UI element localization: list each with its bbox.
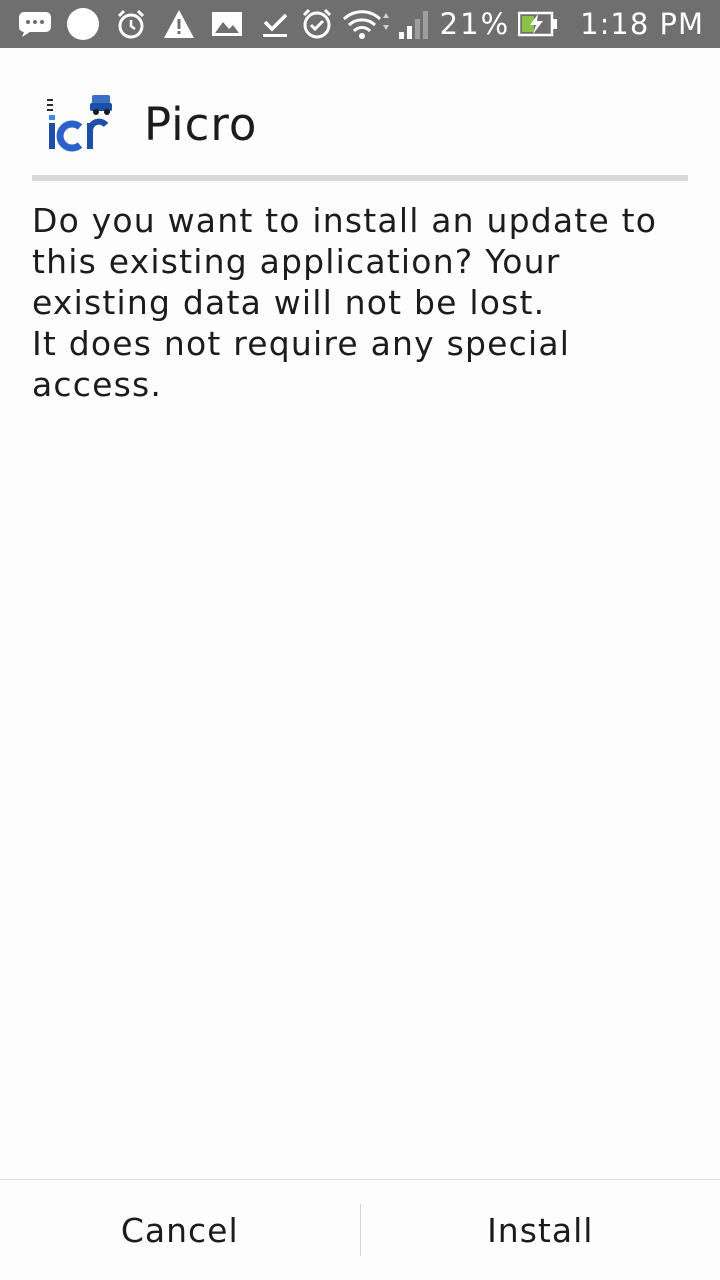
message-icon [18,7,52,41]
system-icons: 21% 1:18 PM [300,6,704,42]
app-header: Picro [32,84,688,164]
app-name: Picro [144,97,258,151]
status-bar: 21% 1:18 PM [0,0,720,48]
wifi-icon [342,7,390,41]
battery-percent: 21% [439,7,511,41]
install-screen: 21% 1:18 PM Picro Do you want to install… [0,0,720,1280]
clock: 1:18 PM [580,7,704,41]
alarm-icon [114,7,148,41]
notification-icons [18,6,292,42]
warning-icon [162,7,196,41]
header-divider [32,175,688,181]
update-description: Do you want to install an update to this… [32,201,658,322]
alarm-check-icon [300,7,334,41]
button-bar: Cancel Install [0,1179,720,1280]
install-button[interactable]: Install [361,1180,720,1280]
circle-icon [66,7,100,41]
battery-charging-icon [518,7,558,41]
install-message: Do you want to install an update to this… [32,200,672,405]
photo-icon [210,7,244,41]
signal-icon [398,7,432,41]
download-done-icon [258,7,292,41]
cancel-button[interactable]: Cancel [0,1180,360,1280]
picro-app-icon [46,91,112,157]
permission-description: It does not require any special access. [32,324,571,404]
